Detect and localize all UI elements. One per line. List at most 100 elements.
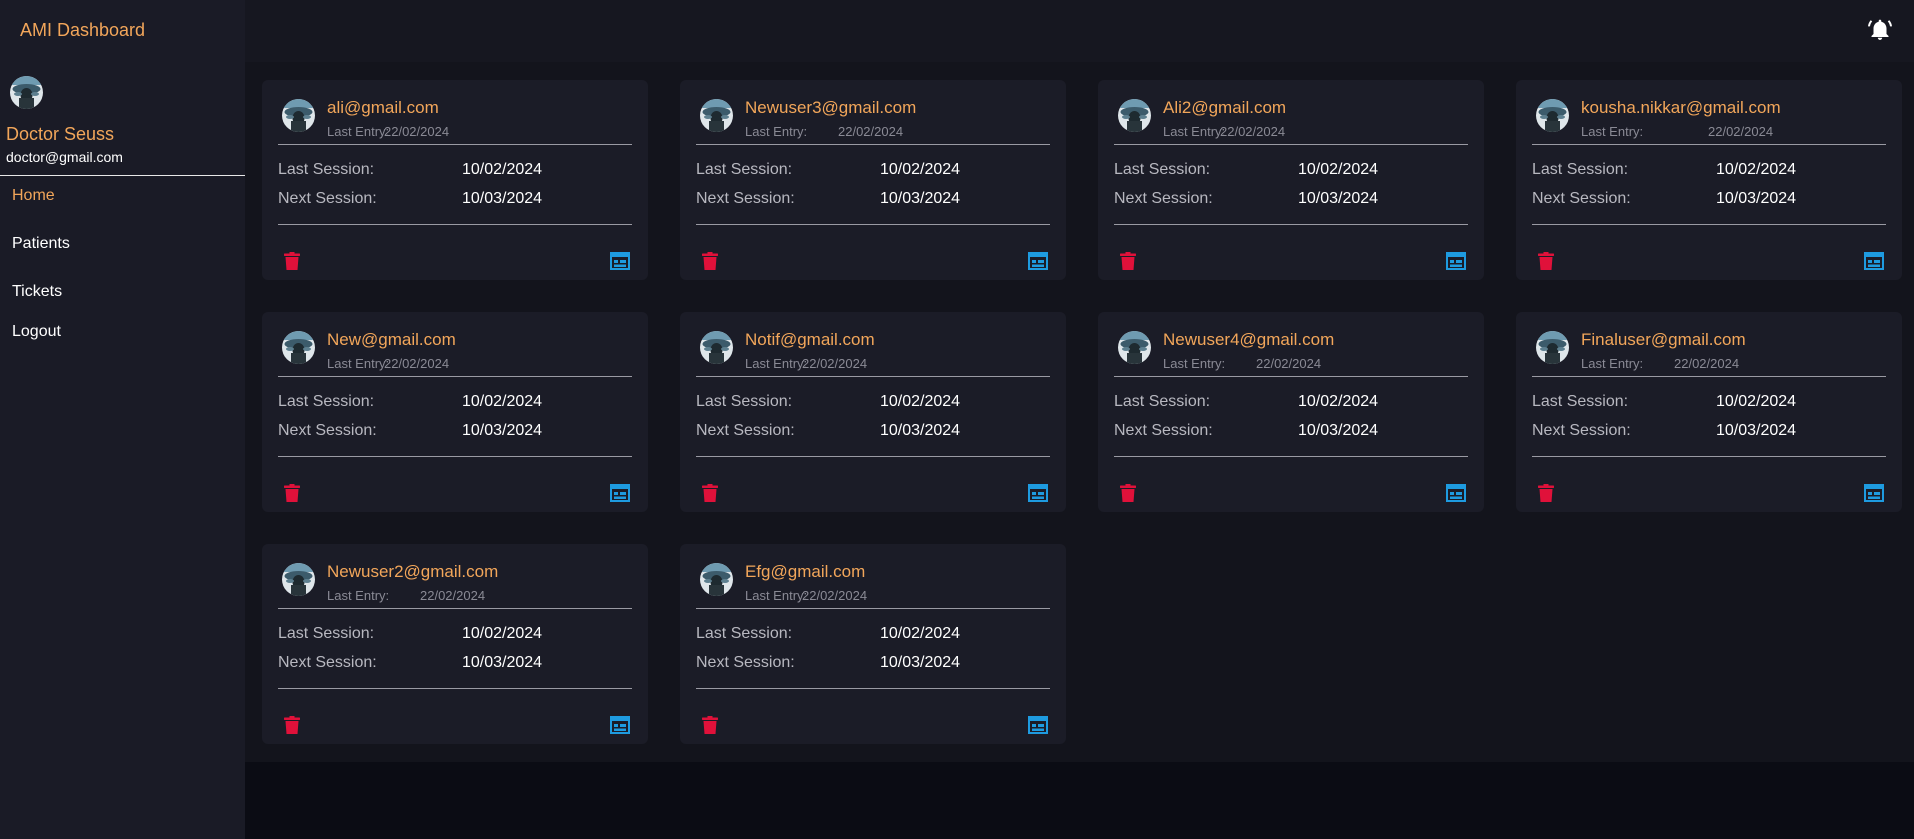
calendar-icon[interactable] (1028, 484, 1048, 502)
last-session-label: Last Session: (278, 625, 375, 642)
patient-card[interactable]: ali@gmail.com Last Entry: 22/02/2024 Las… (262, 80, 648, 280)
patient-email[interactable]: Finaluser@gmail.com (1581, 330, 1746, 350)
patient-email[interactable]: Newuser3@gmail.com (745, 98, 916, 118)
next-session-value: 10/03/2024 (880, 190, 961, 207)
nav-item-logout[interactable]: Logout (12, 323, 61, 341)
patient-card[interactable]: kousha.nikkar@gmail.com Last Entry: 22/0… (1516, 80, 1902, 280)
calendar-icon[interactable] (1864, 484, 1884, 502)
next-session-value: 10/03/2024 (880, 654, 961, 671)
nav-item-patients[interactable]: Patients (12, 235, 70, 253)
last-session-label: Last Session: (1114, 393, 1211, 410)
trash-icon[interactable] (702, 484, 718, 502)
last-session-value: 10/02/2024 (880, 161, 961, 178)
card-divider (278, 608, 632, 609)
top-bar (245, 0, 1914, 62)
last-session-label: Last Session: (696, 393, 793, 410)
patient-avatar (1536, 99, 1569, 132)
patient-card[interactable]: Newuser2@gmail.com Last Entry: 22/02/202… (262, 544, 648, 744)
calendar-icon[interactable] (610, 484, 630, 502)
last-session-label: Last Session: (1532, 161, 1629, 178)
next-session-value: 10/03/2024 (880, 422, 961, 439)
patient-card[interactable]: Notif@gmail.com Last Entry: 22/02/2024 L… (680, 312, 1066, 512)
bell-icon[interactable] (1868, 18, 1892, 42)
last-session-label: Last Session: (1114, 161, 1211, 178)
card-divider (696, 456, 1050, 457)
patient-avatar (1536, 331, 1569, 364)
next-session-value: 10/03/2024 (462, 190, 543, 207)
next-session-value: 10/03/2024 (1716, 422, 1797, 439)
card-divider (278, 456, 632, 457)
patient-card[interactable]: Efg@gmail.com Last Entry: 22/02/2024 Las… (680, 544, 1066, 744)
last-entry-value: 22/02/2024 (384, 356, 450, 371)
patient-email[interactable]: Newuser2@gmail.com (327, 562, 498, 582)
nav-item-tickets[interactable]: Tickets (12, 283, 62, 301)
trash-icon[interactable] (1120, 484, 1136, 502)
trash-icon[interactable] (702, 252, 718, 270)
last-session-value: 10/02/2024 (880, 625, 961, 642)
patient-email[interactable]: Efg@gmail.com (745, 562, 865, 582)
patient-card[interactable]: Finaluser@gmail.com Last Entry: 22/02/20… (1516, 312, 1902, 512)
trash-icon[interactable] (284, 716, 300, 734)
patient-email[interactable]: ali@gmail.com (327, 98, 439, 118)
calendar-icon[interactable] (1864, 252, 1884, 270)
last-entry-value: 22/02/2024 (802, 356, 868, 371)
patient-avatar (1118, 99, 1151, 132)
next-session-value: 10/03/2024 (1298, 190, 1379, 207)
trash-icon[interactable] (284, 252, 300, 270)
trash-icon[interactable] (1538, 252, 1554, 270)
next-session-label: Next Session: (1114, 422, 1213, 439)
card-divider (1114, 376, 1468, 377)
last-entry-value: 22/02/2024 (1674, 356, 1740, 371)
calendar-icon[interactable] (610, 716, 630, 734)
last-entry-label: Last Entry: (1581, 356, 1644, 371)
last-entry-label: Last Entry: (745, 588, 808, 603)
last-session-value: 10/02/2024 (1298, 161, 1379, 178)
patient-card[interactable]: Newuser4@gmail.com Last Entry: 22/02/202… (1098, 312, 1484, 512)
patient-email[interactable]: Ali2@gmail.com (1163, 98, 1286, 118)
patient-email[interactable]: New@gmail.com (327, 330, 456, 350)
app-title: AMI Dashboard (20, 20, 146, 40)
last-entry-label: Last Entry: (327, 356, 390, 371)
next-session-label: Next Session: (1532, 190, 1631, 207)
last-entry-value: 22/02/2024 (838, 124, 904, 139)
calendar-icon[interactable] (610, 252, 630, 270)
patient-card[interactable]: Ali2@gmail.com Last Entry: 22/02/2024 La… (1098, 80, 1484, 280)
next-session-label: Next Session: (278, 654, 377, 671)
next-session-value: 10/03/2024 (1298, 422, 1379, 439)
card-divider (278, 144, 632, 145)
patient-email[interactable]: Notif@gmail.com (745, 330, 875, 350)
patient-card[interactable]: Newuser3@gmail.com Last Entry: 22/02/202… (680, 80, 1066, 280)
next-session-label: Next Session: (1532, 422, 1631, 439)
last-entry-label: Last Entry: (1581, 124, 1644, 139)
last-session-value: 10/02/2024 (462, 161, 543, 178)
last-session-value: 10/02/2024 (880, 393, 961, 410)
patient-avatar (700, 331, 733, 364)
trash-icon[interactable] (284, 484, 300, 502)
trash-icon[interactable] (1120, 252, 1136, 270)
next-session-label: Next Session: (278, 190, 377, 207)
calendar-icon[interactable] (1028, 252, 1048, 270)
nav-item-home[interactable]: Home (12, 187, 55, 205)
next-session-label: Next Session: (278, 422, 377, 439)
calendar-icon[interactable] (1446, 484, 1466, 502)
trash-icon[interactable] (702, 716, 718, 734)
patient-email[interactable]: Newuser4@gmail.com (1163, 330, 1334, 350)
next-session-value: 10/03/2024 (462, 654, 543, 671)
trash-icon[interactable] (1538, 484, 1554, 502)
next-session-value: 10/03/2024 (462, 422, 543, 439)
last-entry-label: Last Entry: (1163, 124, 1226, 139)
last-entry-label: Last Entry: (745, 356, 808, 371)
patient-avatar (1118, 331, 1151, 364)
calendar-icon[interactable] (1446, 252, 1466, 270)
last-session-label: Last Session: (278, 393, 375, 410)
card-divider (696, 144, 1050, 145)
last-session-value: 10/02/2024 (1716, 393, 1797, 410)
sidebar-divider (0, 175, 245, 176)
patient-email[interactable]: kousha.nikkar@gmail.com (1581, 98, 1781, 118)
last-session-value: 10/02/2024 (1716, 161, 1797, 178)
next-session-label: Next Session: (696, 654, 795, 671)
last-entry-value: 22/02/2024 (1256, 356, 1322, 371)
last-entry-label: Last Entry: (1163, 356, 1226, 371)
patient-card[interactable]: New@gmail.com Last Entry: 22/02/2024 Las… (262, 312, 648, 512)
calendar-icon[interactable] (1028, 716, 1048, 734)
